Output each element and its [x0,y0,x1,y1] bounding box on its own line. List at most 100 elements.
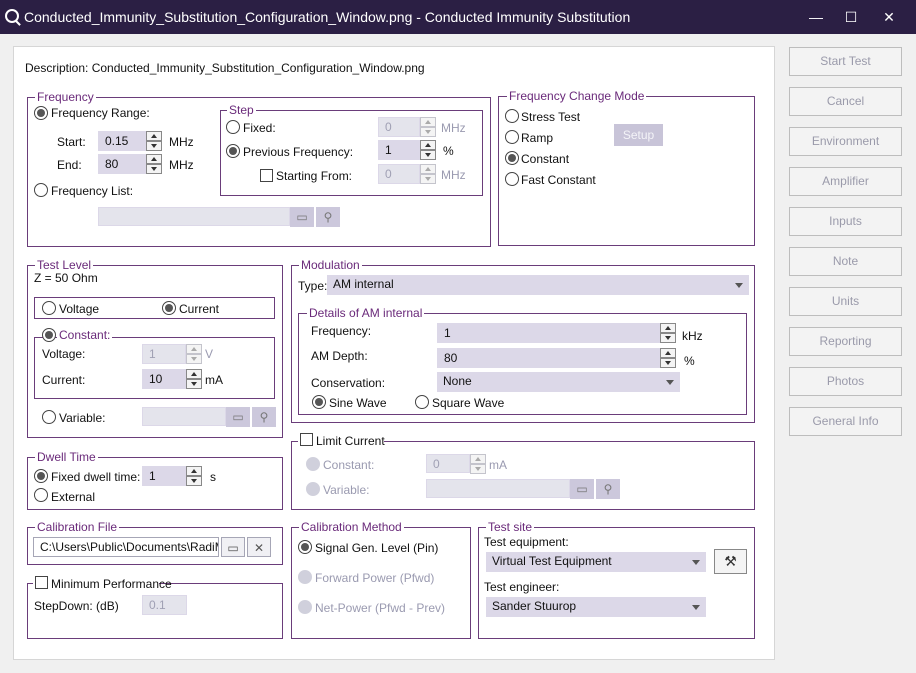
limit-constant-stepper[interactable] [470,454,486,474]
am-depth-input[interactable]: 80 [437,348,660,368]
environment-button[interactable]: Environment [789,127,902,156]
limit-variable-input[interactable] [426,479,570,498]
net-power-radio[interactable] [298,600,312,614]
amplifier-button[interactable]: Amplifier [789,167,902,196]
step-fixed-radio[interactable] [226,120,240,134]
test-engineer-value: Sander Stuurop [492,599,577,613]
start-frequency-stepper[interactable] [146,131,162,151]
tools-icon: ⚒ [724,553,737,569]
window-title: Conducted_Immunity_Substitution_Configur… [24,9,631,25]
app-logo-icon [5,9,19,23]
test-engineer-select[interactable]: Sander Stuurop [486,597,706,617]
change-mode-constant-radio[interactable] [505,151,519,165]
start-test-button[interactable]: Start Test [789,47,902,76]
minimize-button[interactable]: — [798,0,834,34]
variable-folder-button[interactable]: ▭ [226,407,250,427]
previous-frequency-unit: % [443,144,454,158]
change-mode-fast-constant-radio[interactable] [505,172,519,186]
limit-variable-radio[interactable] [306,482,320,496]
starting-from-checkbox[interactable] [260,169,273,182]
min-performance-checkbox[interactable] [35,576,48,589]
step-fixed-stepper[interactable] [420,117,436,137]
am-depth-label: AM Depth: [311,349,368,363]
limit-constant-radio[interactable] [306,457,320,471]
frequency-list-radio[interactable] [34,183,48,197]
voltage-radio[interactable] [42,301,56,315]
am-details-title: Details of AM internal [307,306,425,320]
tl-current-unit: mA [205,373,223,387]
variable-input[interactable] [142,407,226,426]
folder-icon: ▭ [576,482,588,496]
end-frequency-stepper[interactable] [146,154,162,174]
calibration-file-browse-button[interactable]: ▭ [221,537,245,557]
chevron-down-icon [692,560,700,565]
limit-current-checkbox[interactable] [300,433,313,446]
starting-from-stepper[interactable] [420,164,436,184]
stepdown-label: StepDown: (dB) [34,599,119,613]
am-frequency-input[interactable]: 1 [437,323,660,343]
frequency-list-folder-button[interactable]: ▭ [290,207,314,227]
reporting-button[interactable]: Reporting [789,327,902,356]
cancel-button[interactable]: Cancel [789,87,902,116]
change-mode-ramp-label: Ramp [521,131,554,145]
modulation-type-select[interactable]: AM internal [327,275,749,295]
limit-current-group [291,441,755,510]
maximize-button[interactable]: ☐ [833,0,869,34]
signal-gen-level-radio[interactable] [298,540,312,554]
current-radio[interactable] [162,301,176,315]
change-mode-constant-label: Constant [521,152,570,166]
square-wave-radio[interactable] [415,395,429,409]
end-frequency-input[interactable]: 80 [98,154,146,174]
modulation-title: Modulation [299,258,362,272]
general-info-button[interactable]: General Info [789,407,902,436]
tl-voltage-stepper[interactable] [186,344,202,364]
photos-button[interactable]: Photos [789,367,902,396]
limit-constant-input[interactable]: 0 [426,454,470,473]
conservation-select[interactable]: None [437,372,680,392]
close-icon: ✕ [253,541,265,555]
constant-radio[interactable] [42,328,56,342]
variable-radio[interactable] [42,410,56,424]
modulation-type-value: AM internal [333,277,394,291]
close-button[interactable]: ✕ [871,0,907,34]
frequency-range-radio[interactable] [34,106,48,120]
fixed-dwell-stepper[interactable] [186,466,202,486]
change-mode-stress-test-radio[interactable] [505,109,519,123]
tl-current-input[interactable]: 10 [142,369,186,389]
voltage-label: Voltage [59,302,100,316]
previous-frequency-input[interactable]: 1 [378,140,420,160]
tl-voltage-input[interactable]: 1 [142,344,186,364]
am-depth-stepper[interactable] [660,348,676,368]
stepdown-input[interactable]: 0.1 [142,595,187,615]
note-button[interactable]: Note [789,247,902,276]
end-unit: MHz [169,158,194,172]
sine-wave-label: Sine Wave [329,396,387,410]
frequency-list-input[interactable] [98,207,290,226]
dwell-time-title: Dwell Time [35,450,98,464]
fixed-dwell-radio[interactable] [34,469,48,483]
inputs-button[interactable]: Inputs [789,207,902,236]
sine-wave-radio[interactable] [312,395,326,409]
step-fixed-input[interactable]: 0 [378,117,420,137]
tl-current-stepper[interactable] [186,369,202,389]
test-level-title: Test Level [35,258,94,272]
test-equipment-select[interactable]: Virtual Test Equipment [486,552,706,572]
test-equipment-settings-button[interactable]: ⚒ [714,549,747,574]
starting-from-input[interactable]: 0 [378,164,420,184]
calibration-file-path[interactable]: C:\Users\Public\Documents\RadiMatic [33,537,219,557]
start-frequency-input[interactable]: 0.15 [98,131,146,151]
units-button[interactable]: Units [789,287,902,316]
previous-frequency-radio[interactable] [226,144,240,158]
am-frequency-stepper[interactable] [660,323,676,343]
external-radio[interactable] [34,488,48,502]
forward-power-radio[interactable] [298,570,312,584]
setup-button[interactable]: Setup [614,124,663,146]
frequency-list-search-button[interactable]: ⚲ [316,207,340,227]
limit-variable-search-button[interactable]: ⚲ [596,479,620,499]
change-mode-ramp-radio[interactable] [505,130,519,144]
calibration-file-clear-button[interactable]: ✕ [247,537,271,557]
limit-variable-folder-button[interactable]: ▭ [570,479,594,499]
fixed-dwell-input[interactable]: 1 [142,466,186,486]
previous-frequency-stepper[interactable] [420,140,436,160]
variable-search-button[interactable]: ⚲ [252,407,276,427]
